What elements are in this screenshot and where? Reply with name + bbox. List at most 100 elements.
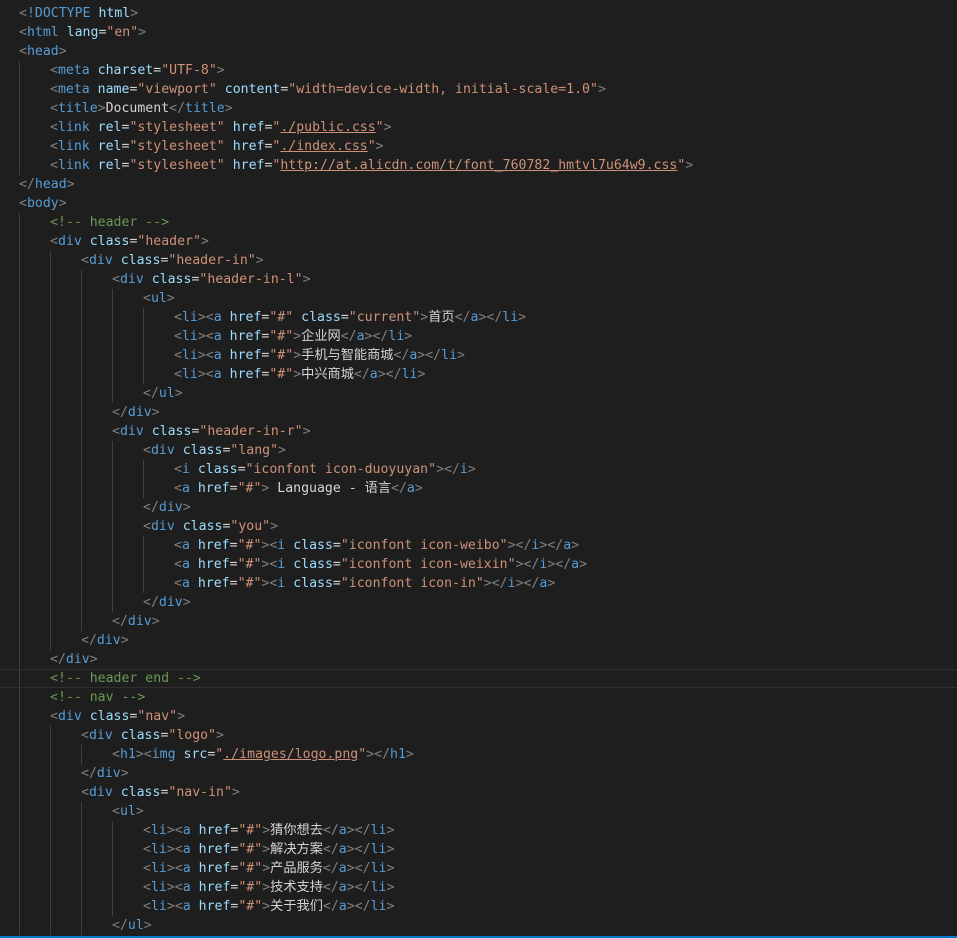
- code-line[interactable]: </div>: [0, 403, 957, 422]
- code-line[interactable]: <li><a href="#">中兴商城</a></li>: [0, 365, 957, 384]
- code-line[interactable]: </div>: [0, 593, 957, 612]
- code-line[interactable]: <div class="header-in">: [0, 251, 957, 270]
- code-line[interactable]: <li><a href="#">猜你想去</a></li>: [0, 821, 957, 840]
- code-line[interactable]: <div class="header-in-l">: [0, 270, 957, 289]
- indent-guide: [81, 802, 82, 821]
- code-token: ></: [346, 823, 371, 838]
- code-line[interactable]: <body>: [0, 194, 957, 213]
- code-line[interactable]: <!-- header -->: [0, 213, 957, 232]
- code-line[interactable]: <meta charset="UTF-8">: [0, 61, 957, 80]
- code-token: >: [174, 386, 183, 401]
- code-line[interactable]: </div>: [0, 612, 957, 631]
- indent-guide: [50, 802, 51, 821]
- code-line[interactable]: <li><a href="#">产品服务</a></li>: [0, 859, 957, 878]
- code-line[interactable]: <!-- header end -->: [0, 669, 957, 689]
- code-token: "stylesheet": [129, 158, 225, 173]
- code-line[interactable]: <link rel="stylesheet" href="./public.cs…: [0, 118, 957, 137]
- code-line[interactable]: </ul>: [0, 384, 957, 403]
- code-line[interactable]: <link rel="stylesheet" href="http://at.a…: [0, 156, 957, 175]
- code-text: <div class="header-in">: [81, 251, 264, 270]
- code-line[interactable]: <li><a href="#">技术支持</a></li>: [0, 878, 957, 897]
- code-line[interactable]: <ul>: [0, 802, 957, 821]
- indent-guide: [19, 498, 20, 517]
- code-token: >: [231, 785, 240, 800]
- code-line[interactable]: </div>: [0, 764, 957, 783]
- code-token: class: [182, 519, 223, 534]
- code-token: a: [181, 481, 190, 496]
- code-line[interactable]: <a href="#"><i class="iconfont icon-weib…: [0, 536, 957, 555]
- code-token: "#": [269, 367, 294, 382]
- code-token: >: [405, 747, 414, 762]
- indent-guide: [112, 308, 113, 327]
- code-line[interactable]: <meta name="viewport" content="width=dev…: [0, 80, 957, 99]
- indent-guide: [143, 346, 144, 365]
- code-token: rel: [97, 139, 122, 154]
- code-token: ./index.css: [280, 139, 368, 154]
- code-line[interactable]: <html lang="en">: [0, 23, 957, 42]
- code-line[interactable]: <div class="nav">: [0, 707, 957, 726]
- code-token: 解决方案: [270, 842, 323, 857]
- code-line[interactable]: <li><a href="#">企业网</a></li>: [0, 327, 957, 346]
- code-line[interactable]: <a href="#"><i class="iconfont icon-in">…: [0, 574, 957, 593]
- code-token: >: [262, 899, 271, 914]
- code-token: >: [120, 633, 129, 648]
- code-token: "stylesheet": [129, 139, 225, 154]
- indent-guide: [50, 270, 51, 289]
- indent-guide: [50, 764, 51, 783]
- code-line[interactable]: <head>: [0, 42, 957, 61]
- code-text: </div>: [112, 612, 160, 631]
- code-token: content: [224, 82, 281, 97]
- code-line[interactable]: <li><a href="#" class="current">首页</a></…: [0, 308, 957, 327]
- code-line[interactable]: <div class="header">: [0, 232, 957, 251]
- code-text: <ul>: [112, 802, 144, 821]
- code-token: 企业网: [301, 329, 341, 344]
- code-line[interactable]: <i class="iconfont icon-duoyuyan"></i>: [0, 460, 957, 479]
- code-token: </: [454, 310, 471, 325]
- code-line[interactable]: <div class="header-in-r">: [0, 422, 957, 441]
- code-token: "logo": [168, 728, 217, 743]
- code-line[interactable]: </ul>: [0, 916, 957, 935]
- code-token: >: [262, 823, 271, 838]
- code-token: "header": [137, 234, 201, 249]
- code-line[interactable]: <!-- nav -->: [0, 688, 957, 707]
- code-line[interactable]: <title>Document</title>: [0, 99, 957, 118]
- code-line[interactable]: <li><a href="#">解决方案</a></li>: [0, 840, 957, 859]
- code-line[interactable]: <a href="#"> Language - 语言</a>: [0, 479, 957, 498]
- code-line[interactable]: <ul>: [0, 289, 957, 308]
- code-line[interactable]: <li><a href="#">手机与智能商城</a></li>: [0, 346, 957, 365]
- code-line[interactable]: <h1><img src="./images/logo.png"></h1>: [0, 745, 957, 764]
- code-line[interactable]: <!DOCTYPE html>: [0, 4, 957, 23]
- code-line[interactable]: <div class="you">: [0, 517, 957, 536]
- code-text: <head>: [19, 42, 67, 61]
- code-token: head: [26, 44, 59, 59]
- code-token: <: [174, 462, 182, 477]
- code-line[interactable]: </head>: [0, 175, 957, 194]
- indent-guide: [143, 479, 144, 498]
- code-token: ul: [127, 918, 144, 933]
- code-line[interactable]: <a href="#"><i class="iconfont icon-weix…: [0, 555, 957, 574]
- code-token: href: [197, 538, 230, 553]
- code-text: <html lang="en">: [19, 23, 146, 42]
- code-line[interactable]: <div class="lang">: [0, 441, 957, 460]
- code-line[interactable]: <div class="nav-in">: [0, 783, 957, 802]
- code-token: "iconfont icon-in": [340, 576, 484, 591]
- code-token: >: [386, 842, 395, 857]
- code-line[interactable]: <link rel="stylesheet" href="./index.css…: [0, 137, 957, 156]
- indent-guide: [81, 574, 82, 593]
- code-line[interactable]: </div>: [0, 650, 957, 669]
- code-token: >: [255, 253, 264, 268]
- indent-guide: [81, 916, 82, 935]
- code-token: i: [507, 576, 516, 591]
- code-token: li: [150, 880, 167, 895]
- code-line[interactable]: </div>: [0, 631, 957, 650]
- code-token: ><: [166, 842, 183, 857]
- code-line[interactable]: </div>: [0, 498, 957, 517]
- code-line[interactable]: <div class="logo">: [0, 726, 957, 745]
- code-line[interactable]: <li><a href="#">关于我们</a></li>: [0, 897, 957, 916]
- code-token: <: [174, 557, 182, 572]
- code-token: "en": [106, 25, 139, 40]
- code-editor[interactable]: <!DOCTYPE html> <html lang="en"> <head> <me…: [0, 0, 957, 936]
